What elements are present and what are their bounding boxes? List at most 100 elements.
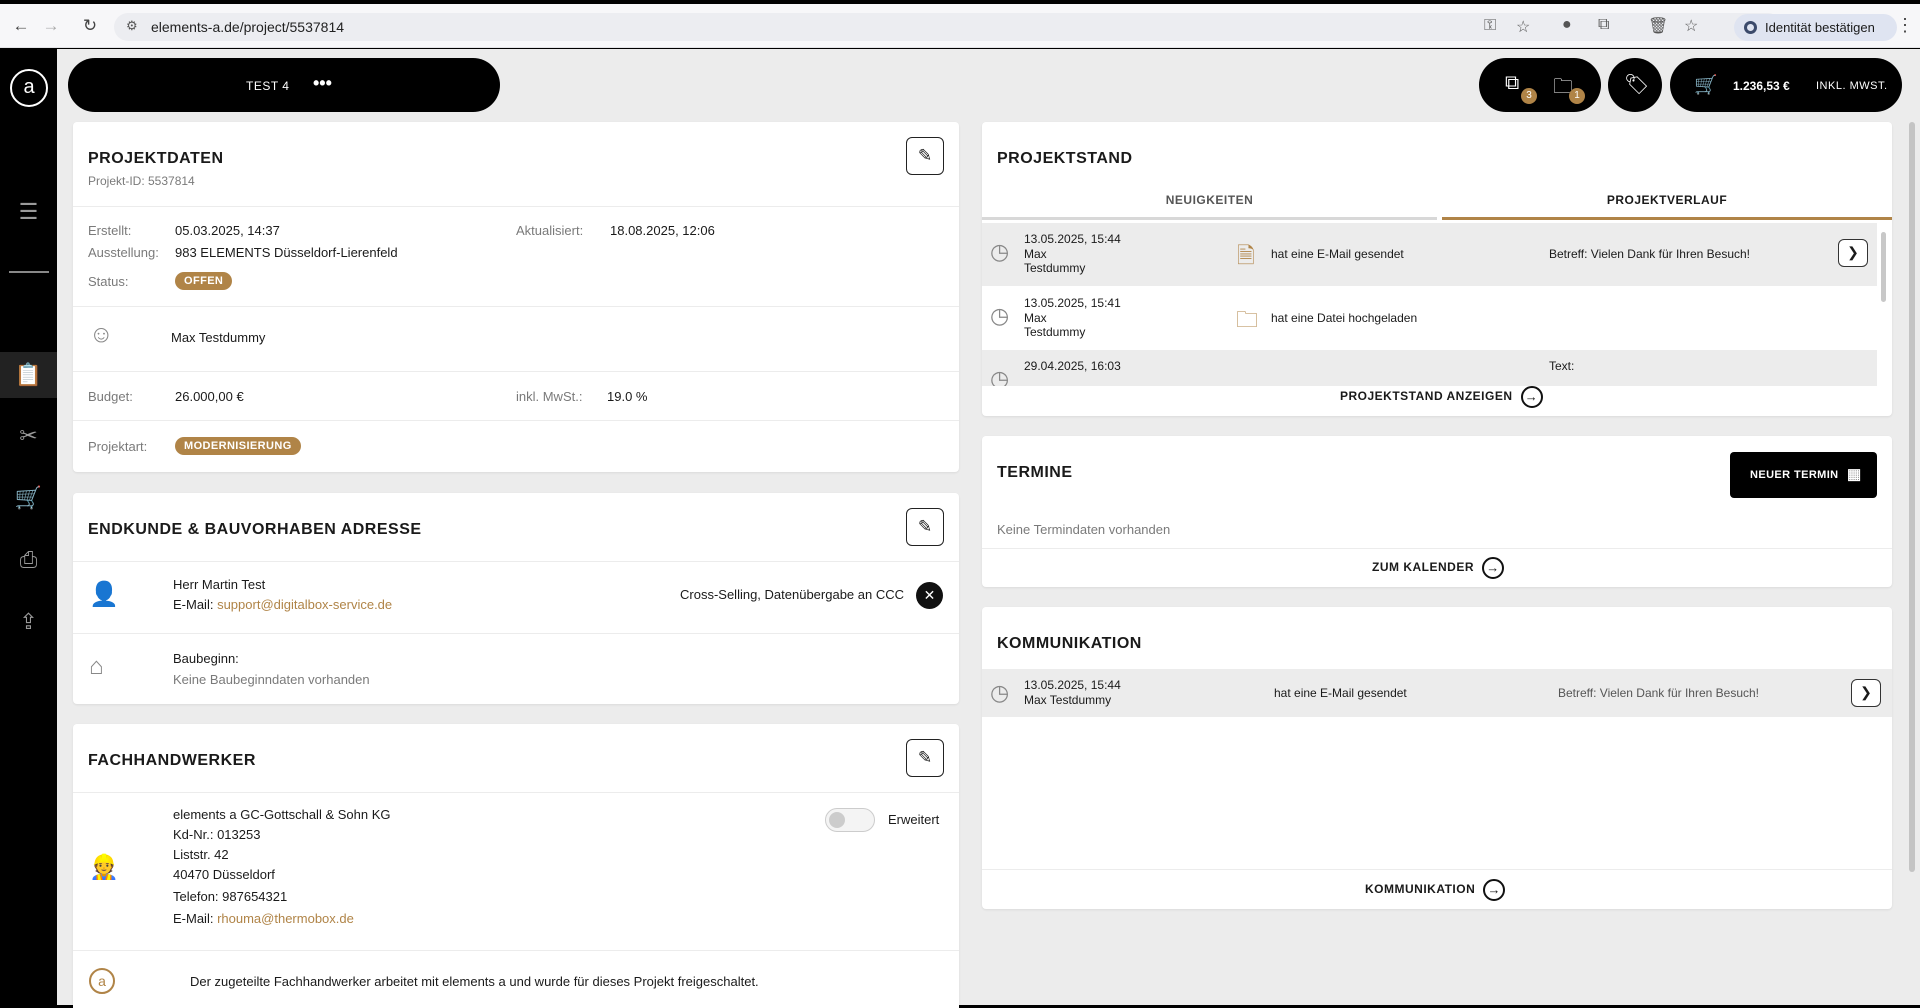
erweitert-label: Erweitert: [888, 812, 940, 827]
craftsman-icon: 👷: [89, 854, 119, 881]
site-settings-icon[interactable]: ⚙: [126, 18, 138, 34]
identity-icon: [1744, 21, 1757, 34]
entry-detail: Betreff: Vielen Dank für Ihren Besuch!: [1549, 247, 1751, 261]
page-scrollbar[interactable]: [1909, 122, 1915, 872]
status-badge: OFFEN: [175, 272, 233, 290]
craftsman-email-link[interactable]: rhouma@thermobox.de: [217, 911, 354, 926]
elements-logo-icon[interactable]: a: [10, 69, 48, 107]
fachhandwerker-title: FACHHANDWERKER: [88, 752, 256, 769]
customer-email-label: E-Mail:: [173, 597, 214, 612]
zum-kalender-link[interactable]: ZUM KALENDER →: [1372, 557, 1504, 579]
sidebar-item-print-icon[interactable]: ⎙: [0, 537, 57, 583]
termine-title: TERMINE: [997, 464, 1073, 481]
sidebar-item-projects-icon[interactable]: 📋: [0, 352, 57, 398]
cta-label: ZUM KALENDER: [1372, 560, 1474, 575]
arrow-right-circle-icon: →: [1482, 557, 1504, 579]
kom-date: 13.05.2025, 15:44: [1024, 678, 1121, 692]
arrow-right-circle-icon: →: [1520, 386, 1543, 408]
identity-label: Identität bestätigen: [1765, 20, 1875, 35]
projektdaten-title: PROJEKTDATEN: [88, 150, 224, 167]
project-header-pill: TEST 4 •••: [68, 58, 500, 112]
cart-pill[interactable]: 🛒 1.236,53 € INKL. MWST.: [1670, 58, 1902, 112]
kommunikation-link[interactable]: KOMMUNIKATION →: [1365, 879, 1506, 901]
divider: [982, 869, 1892, 870]
customer-email-link[interactable]: support@digitalbox-service.de: [217, 597, 392, 612]
url-text: elements-a.de/project/5537814: [151, 19, 345, 35]
divider: [73, 561, 959, 562]
divider: [73, 420, 959, 421]
city: 40470 Düsseldorf: [173, 867, 275, 882]
kom-action: hat eine E-Mail gesendet: [1274, 686, 1407, 700]
budget-label: Budget:: [88, 389, 133, 404]
tab-projektverlauf[interactable]: PROJEKTVERLAUF: [1442, 182, 1892, 220]
history-scrollbar[interactable]: [1881, 232, 1886, 302]
address-bar[interactable]: ⚙ elements-a.de/project/5537814 ⚿ ☆: [114, 13, 1782, 41]
chevron-right-icon: ❯: [1847, 244, 1859, 260]
offers-icon[interactable]: ⧉: [1505, 72, 1519, 95]
browser-toolbar: ← → ↻ ⚙ elements-a.de/project/5537814 ⚿ …: [0, 4, 1920, 48]
erweitert-toggle[interactable]: [825, 808, 875, 832]
history-list: ◷ 13.05.2025, 15:44 Max Testdummy 🗎 hat …: [982, 223, 1877, 386]
divider: [73, 371, 959, 372]
extension-cookie-icon[interactable]: ●: [1562, 16, 1572, 34]
menu-hamburger-icon[interactable]: ☰: [0, 189, 57, 235]
clock-icon: ◷: [990, 239, 1010, 264]
cross-selling-label: Cross-Selling, Datenübergabe an CCC: [680, 587, 905, 602]
identity-button[interactable]: Identität bestätigen: [1734, 14, 1897, 41]
baubeginn-value: Keine Baubeginndaten vorhanden: [173, 672, 370, 687]
termine-card: TERMINE NEUER TERMIN ▦ Keine Termindaten…: [982, 436, 1892, 587]
craftsman-email-label: E-Mail:: [173, 911, 214, 926]
kom-detail: Betreff: Vielen Dank für Ihren Besuch!: [1558, 686, 1760, 700]
calendar-icon: ▦: [1847, 466, 1862, 483]
bookmark-star-icon[interactable]: ☆: [1516, 17, 1530, 37]
trash-icon[interactable]: 🗑: [1648, 16, 1668, 36]
tag-pill[interactable]: 🏷: [1608, 58, 1662, 112]
kom-name: Max Testdummy: [1024, 693, 1112, 707]
sidebar-item-cart-icon[interactable]: 🛒: [0, 475, 57, 521]
divider: [73, 306, 959, 307]
entry-first: Max: [1024, 247, 1047, 261]
extensions-icon[interactable]: ⧉: [1598, 16, 1609, 34]
edit-fachhandwerker-button[interactable]: ✎: [906, 739, 944, 777]
termine-empty: Keine Termindaten vorhanden: [997, 522, 1171, 537]
forward-icon[interactable]: →: [40, 15, 62, 37]
browser-menu-icon[interactable]: ⋮: [1896, 15, 1914, 36]
tab-neuigkeiten[interactable]: NEUIGKEITEN: [982, 182, 1437, 220]
clock-icon: ◷: [990, 303, 1010, 328]
entry-open-button[interactable]: ❯: [1838, 239, 1868, 267]
entry-first: Max: [1024, 311, 1047, 325]
mwst-label: inkl. MwSt.:: [516, 389, 583, 404]
sidebar-item-share-icon[interactable]: ⇪: [0, 599, 57, 645]
kom-open-button[interactable]: ❯: [1851, 679, 1881, 707]
aktualisiert-label: Aktualisiert:: [516, 223, 584, 238]
list-item: ◷ 29.04.2025, 16:03 Text:: [982, 350, 1877, 386]
company-name: elements a GC-Gottschall & Sohn KG: [173, 807, 391, 822]
sidebar-item-tools-icon[interactable]: ✂: [0, 413, 57, 459]
entry-last: Testdummy: [1024, 325, 1086, 339]
projektart-label: Projektart:: [88, 439, 148, 454]
reload-icon[interactable]: ↻: [79, 15, 101, 37]
endkunde-title: ENDKUNDE & BAUVORHABEN ADRESSE: [88, 521, 422, 538]
sidebar: a ☰ 📋 ✂ 🛒 ⎙ ⇪: [0, 49, 57, 1005]
more-options-icon[interactable]: •••: [313, 73, 332, 94]
offers-badge: 3: [1521, 88, 1537, 104]
edit-endkunde-button[interactable]: ✎: [906, 508, 944, 546]
back-icon[interactable]: ←: [10, 15, 32, 37]
password-key-icon[interactable]: ⚿: [1484, 17, 1496, 35]
street: Liststr. 42: [173, 847, 229, 862]
projektstand-anzeigen-link[interactable]: PROJEKTSTAND ANZEIGEN →: [1340, 386, 1543, 408]
edit-projektdaten-button[interactable]: ✎: [906, 137, 944, 175]
neuer-termin-button[interactable]: NEUER TERMIN ▦: [1730, 452, 1877, 498]
baubeginn-label: Baubeginn:: [173, 651, 239, 666]
craftsman-note: Der zugeteilte Fachhandwerker arbeitet m…: [190, 974, 759, 989]
divider: [982, 548, 1892, 549]
pencil-icon: ✎: [917, 517, 933, 536]
customer-person-icon: 👤: [89, 581, 119, 608]
bookmarks-icon[interactable]: ☆: [1684, 16, 1698, 36]
cross-selling-remove-icon[interactable]: ✕: [916, 582, 943, 609]
house-icon: ⌂: [89, 653, 104, 680]
list-item: ◷ 13.05.2025, 15:44 Max Testdummy 🗎 hat …: [982, 223, 1877, 286]
divider: [73, 950, 959, 951]
ausstellung-value: 983 ELEMENTS Düsseldorf-Lierenfeld: [175, 245, 398, 260]
list-item: ◷ 13.05.2025, 15:41 Max Testdummy 🗀 hat …: [982, 286, 1877, 350]
